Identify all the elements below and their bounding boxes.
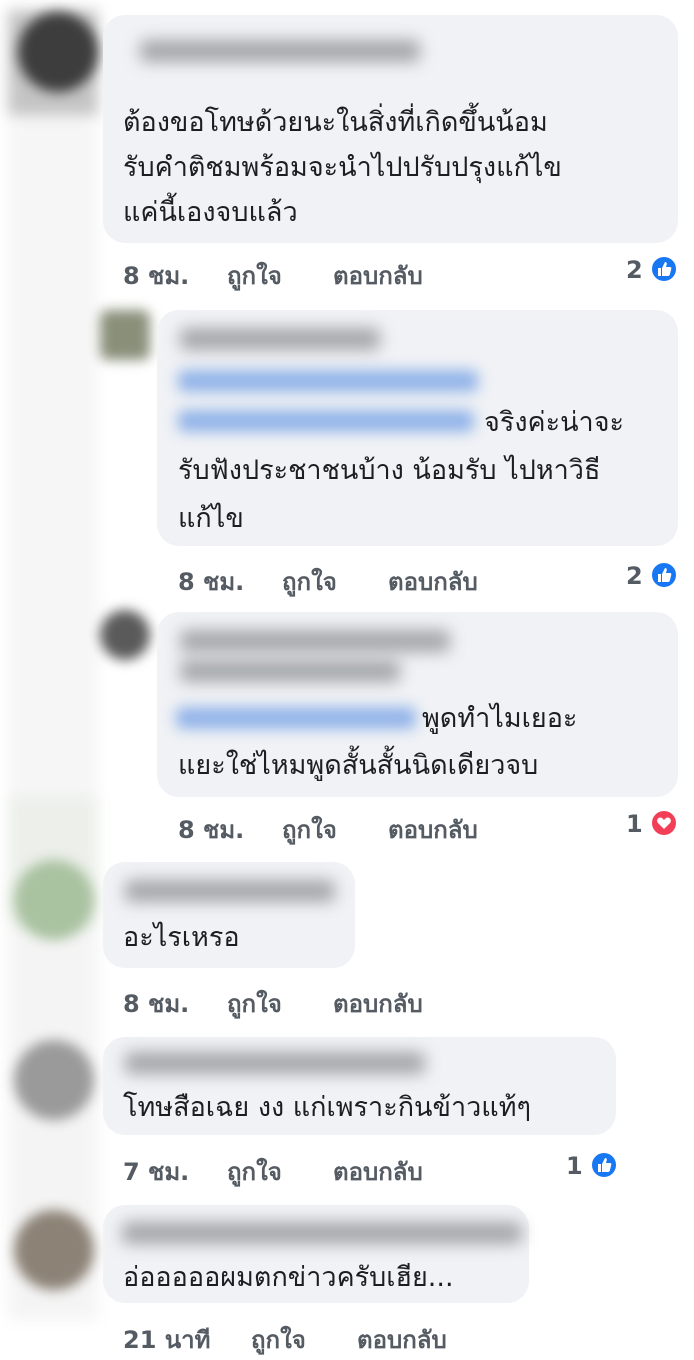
reply-button[interactable]: ตอบกลับ — [333, 984, 423, 1023]
avatar[interactable] — [14, 1210, 94, 1290]
comment-actions: 8 ชม. ถูกใจ ตอบกลับ — [178, 562, 578, 596]
timestamp[interactable]: 8 ชม. — [178, 562, 244, 601]
like-button[interactable]: ถูกใจ — [227, 984, 282, 1023]
avatar[interactable] — [14, 860, 94, 940]
reaction-count[interactable]: 1 — [626, 810, 643, 838]
reply-button[interactable]: ตอบกลับ — [333, 1152, 423, 1191]
comment-text: รับคำติชมพร้อมจะนำไปปรับปรุงแก้ไข — [123, 152, 562, 183]
reaction-count[interactable]: 2 — [626, 256, 643, 284]
mentioned-name[interactable] — [178, 410, 474, 432]
comment-actions: 8 ชม. ถูกใจ ตอบกลับ — [123, 256, 523, 290]
thumbs-up-icon — [650, 561, 678, 589]
thumbs-up-icon — [590, 1151, 618, 1179]
mentioned-name[interactable] — [176, 707, 416, 729]
reaction-count[interactable]: 2 — [626, 562, 643, 590]
timestamp[interactable]: 8 ชม. — [123, 984, 189, 1023]
commenter-name[interactable] — [180, 328, 380, 350]
mentioned-name[interactable] — [178, 370, 478, 392]
like-button[interactable]: ถูกใจ — [227, 1152, 282, 1191]
comment-text: จริงค่ะน่าจะ — [484, 407, 625, 438]
timestamp[interactable]: 8 ชม. — [123, 256, 189, 295]
comment-text: โทษสือเฉย งง แก่เพราะกินข้าวแท้ๆ — [123, 1092, 531, 1123]
commenter-name[interactable] — [122, 1222, 522, 1244]
timestamp[interactable]: 8 ชม. — [178, 810, 244, 849]
reply-button[interactable]: ตอบกลับ — [357, 1320, 447, 1359]
comment-text: แยะใช่ไหมพูดสั้นสั้นนิดเดียวจบ — [178, 750, 539, 781]
reaction-count[interactable]: 1 — [566, 1152, 583, 1180]
reply-button[interactable]: ตอบกลับ — [388, 562, 478, 601]
reply-button[interactable]: ตอบกลับ — [333, 256, 423, 295]
comment-text: รับฟังประชาชนบ้าง น้อมรับ ไปหาวิธี — [178, 455, 601, 486]
comment-text: แก้ไข — [178, 503, 244, 534]
commenter-name[interactable] — [180, 630, 450, 652]
comment-actions: 21 นาที ถูกใจ ตอบกลับ — [123, 1320, 543, 1354]
blurred-margin — [8, 10, 98, 1320]
comment-text: อ่อออออผมตกข่าวครับเฮีย... — [123, 1262, 454, 1293]
comment-text: อะไรเหรอ — [123, 922, 240, 953]
timestamp[interactable]: 7 ชม. — [123, 1152, 189, 1191]
comment-actions: 8 ชม. ถูกใจ ตอบกลับ — [123, 984, 523, 1018]
avatar[interactable] — [100, 310, 150, 360]
avatar[interactable] — [14, 1040, 94, 1120]
commenter-name[interactable] — [140, 40, 420, 62]
comment-actions: 8 ชม. ถูกใจ ตอบกลับ — [178, 810, 578, 844]
comment-text: แค่นี้เองจบแล้ว — [123, 197, 298, 228]
commenter-name[interactable] — [125, 880, 335, 902]
commenter-name[interactable] — [180, 660, 400, 682]
timestamp[interactable]: 21 นาที — [123, 1320, 210, 1359]
like-button[interactable]: ถูกใจ — [282, 562, 337, 601]
thumbs-up-icon — [650, 255, 678, 283]
comment-text: ต้องขอโทษด้วยนะในสิ่งที่เกิดขึ้นน้อม — [123, 107, 548, 138]
comment-actions: 7 ชม. ถูกใจ ตอบกลับ — [123, 1152, 523, 1186]
avatar[interactable] — [18, 12, 98, 92]
avatar[interactable] — [100, 610, 150, 660]
like-button[interactable]: ถูกใจ — [251, 1320, 306, 1359]
like-button[interactable]: ถูกใจ — [227, 256, 282, 295]
reply-button[interactable]: ตอบกลับ — [388, 810, 478, 849]
comment-text: พูดทำไมเยอะ — [422, 703, 578, 734]
commenter-name[interactable] — [125, 1052, 425, 1074]
like-button[interactable]: ถูกใจ — [282, 810, 337, 849]
heart-icon — [650, 809, 678, 837]
